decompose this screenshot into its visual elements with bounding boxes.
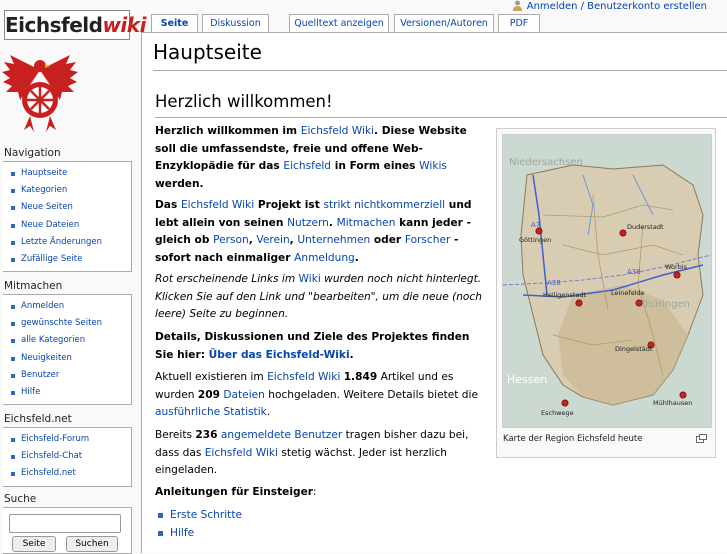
sidebar-item-letzte-aenderungen[interactable]: Letzte Änderungen — [11, 234, 131, 251]
link-unternehmen[interactable]: Unternehmen — [297, 234, 370, 246]
sidebar-item-eichsfeld-forum[interactable]: Eichsfeld-Forum — [11, 431, 131, 448]
map-label-a38-west: A38 — [547, 279, 561, 287]
file-count: 209 — [197, 388, 220, 401]
welcome-divider — [155, 117, 727, 118]
sidebar-item-neue-seiten[interactable]: Neue Seiten — [11, 199, 131, 216]
map-label-thueringen: Thüringen — [638, 299, 690, 310]
link-wiki[interactable]: Wiki — [299, 273, 321, 285]
paragraph-red-links: Rot erscheinende Links im Wiki wurden no… — [155, 273, 482, 320]
link-verein[interactable]: Verein — [256, 234, 289, 246]
tab-seite[interactable]: Seite — [151, 14, 198, 34]
link-mitmachen[interactable]: Mitmachen — [337, 217, 396, 229]
link-eichsfeld-wiki-2[interactable]: Eichsfeld Wiki — [181, 199, 254, 211]
title-divider — [153, 70, 727, 71]
eagle-crest-icon — [2, 55, 78, 132]
map-town-muehlhausen: Mühlhausen — [653, 399, 692, 407]
link-anmeldung[interactable]: Anmeldung — [294, 252, 355, 264]
tab-pdf[interactable]: PDF — [498, 14, 540, 33]
tab-versionen[interactable]: Versionen/Autoren — [394, 14, 494, 33]
map-town-heiligenstadt: Heiligenstadt — [543, 291, 587, 299]
search-button[interactable]: Suchen — [66, 536, 118, 552]
link-forscher[interactable]: Forscher — [405, 234, 450, 246]
link-erste-schritte[interactable]: Erste Schritte — [158, 506, 242, 524]
map-label-a38-east: A38 — [627, 268, 641, 276]
portlet-navigation-title: Navigation — [4, 147, 61, 159]
portlet-search: Suche — [0, 491, 135, 507]
link-dateien[interactable]: Dateien — [223, 389, 265, 401]
link-eichsfeld-wiki-3[interactable]: Eichsfeld Wiki — [267, 371, 340, 383]
portlet-eichsfeld-net-title: Eichsfeld.net — [4, 413, 72, 425]
paragraph-project: Das Eichsfeld Wiki Projekt ist strikt ni… — [155, 199, 472, 264]
beginner-links-list: Erste Schritte Hilfe — [158, 506, 242, 542]
sidebar-item-anmelden[interactable]: Anmelden — [11, 298, 131, 315]
map-label-hessen: Hessen — [507, 373, 547, 386]
map-town-worbis: Worbis — [665, 263, 688, 271]
sidebar-item-hauptseite[interactable]: Hauptseite — [11, 165, 131, 182]
map-thumbnail: Niedersachsen Thüringen Hessen A7 A38 A3… — [496, 128, 716, 458]
portlet-mitmachen-title: Mitmachen — [4, 280, 63, 292]
personal-bar: Anmelden / Benutzerkonto erstellen — [512, 0, 707, 14]
logo-word-1: Eichsfeld — [5, 13, 103, 37]
paragraph-details: Details, Diskussionen und Ziele des Proj… — [155, 331, 470, 361]
link-person[interactable]: Person — [213, 234, 249, 246]
user-count: 236 — [195, 429, 218, 441]
sidebar-item-eichsfeld-net[interactable]: Eichsfeld.net — [11, 465, 131, 482]
map-town-eschwege: Eschwege — [541, 409, 574, 417]
link-eichsfeld-wiki[interactable]: Eichsfeld Wiki — [301, 125, 374, 137]
paragraph-users: Bereits 236 angemeldete Benutzer tragen … — [155, 429, 469, 476]
link-nutzern[interactable]: Nutzern — [287, 217, 329, 229]
login-link[interactable]: Anmelden / Benutzerkonto erstellen — [527, 1, 707, 12]
sidebar-item-hilfe[interactable]: Hilfe — [11, 384, 131, 401]
sidebar-item-benutzer[interactable]: Benutzer — [11, 367, 131, 384]
tab-diskussion[interactable]: Diskussion — [202, 14, 269, 33]
user-icon — [512, 0, 522, 11]
logo-wordmark: Eichsfeldwiki — [4, 10, 146, 40]
map-town-goettingen: Göttingen — [519, 236, 551, 244]
paragraph-intro: Herzlich willkommen im Eichsfeld Wiki. D… — [155, 125, 467, 190]
link-ausfuehrliche-statistik[interactable]: ausführliche Statistik — [155, 406, 267, 418]
page-title: Hauptseite — [153, 40, 262, 64]
link-hilfe[interactable]: Hilfe — [158, 524, 242, 542]
search-input[interactable] — [9, 514, 121, 533]
article-count: 1.849 — [343, 371, 378, 383]
sidebar-item-neuigkeiten[interactable]: Neuigkeiten — [11, 350, 131, 367]
paragraph-stats: Aktuell existieren im Eichsfeld Wiki 1.8… — [155, 371, 478, 418]
map-label-niedersachsen: Niedersachsen — [509, 157, 583, 168]
link-eichsfeld-wiki-4[interactable]: Eichsfeld Wiki — [205, 447, 278, 459]
logo-word-2: wiki — [102, 13, 146, 37]
sidebar-item-alle-kategorien[interactable]: alle Kategorien — [11, 332, 131, 349]
link-strikt-nichtkommerziell[interactable]: strikt nichtkommerziell — [323, 199, 445, 211]
map-town-duderstadt: Duderstadt — [627, 223, 664, 231]
sidebar-item-eichsfeld-chat[interactable]: Eichsfeld-Chat — [11, 448, 131, 465]
content-area: Hauptseite Herzlich willkommen! Herzlich… — [141, 32, 727, 553]
go-button[interactable]: Seite — [12, 536, 56, 552]
portlet-navigation: Navigation Hauptseite Kategorien Neue Se… — [0, 145, 135, 273]
map-town-leinefelde: Leinefelde — [611, 289, 645, 297]
link-ueber-das-eichsfeld-wiki[interactable]: Über das Eichsfeld-Wiki — [209, 349, 350, 361]
sidebar-item-neue-dateien[interactable]: Neue Dateien — [11, 217, 131, 234]
tab-quelltext[interactable]: Quelltext anzeigen — [289, 14, 389, 33]
link-angemeldete-benutzer[interactable]: angemeldete Benutzer — [221, 429, 342, 441]
link-wikis[interactable]: Wikis — [419, 160, 447, 172]
beginners-heading: Anleitungen für Einsteiger: — [155, 486, 317, 498]
portlet-mitmachen: Mitmachen Anmelden gewünschte Seiten all… — [0, 278, 135, 406]
sidebar-item-gewuenschte-seiten[interactable]: gewünschte Seiten — [11, 315, 131, 332]
eichsfeld-map-image[interactable]: Niedersachsen Thüringen Hessen A7 A38 A3… — [502, 134, 712, 428]
link-eichsfeld[interactable]: Eichsfeld — [283, 160, 331, 172]
map-caption: Karte der Region Eichsfeld heute — [503, 434, 643, 444]
enlarge-icon[interactable] — [696, 434, 707, 443]
sidebar-item-kategorien[interactable]: Kategorien — [11, 182, 131, 199]
welcome-heading: Herzlich willkommen! — [155, 92, 333, 111]
portlet-search-title: Suche — [4, 493, 37, 505]
site-logo[interactable]: Eichsfeldwiki — [0, 0, 146, 140]
sidebar-item-zufaellige-seite[interactable]: Zufällige Seite — [11, 251, 131, 268]
map-town-dingelstaedt: Dingelstädt — [615, 345, 653, 353]
portlet-eichsfeld-net: Eichsfeld.net Eichsfeld-Forum Eichsfeld-… — [0, 411, 135, 487]
